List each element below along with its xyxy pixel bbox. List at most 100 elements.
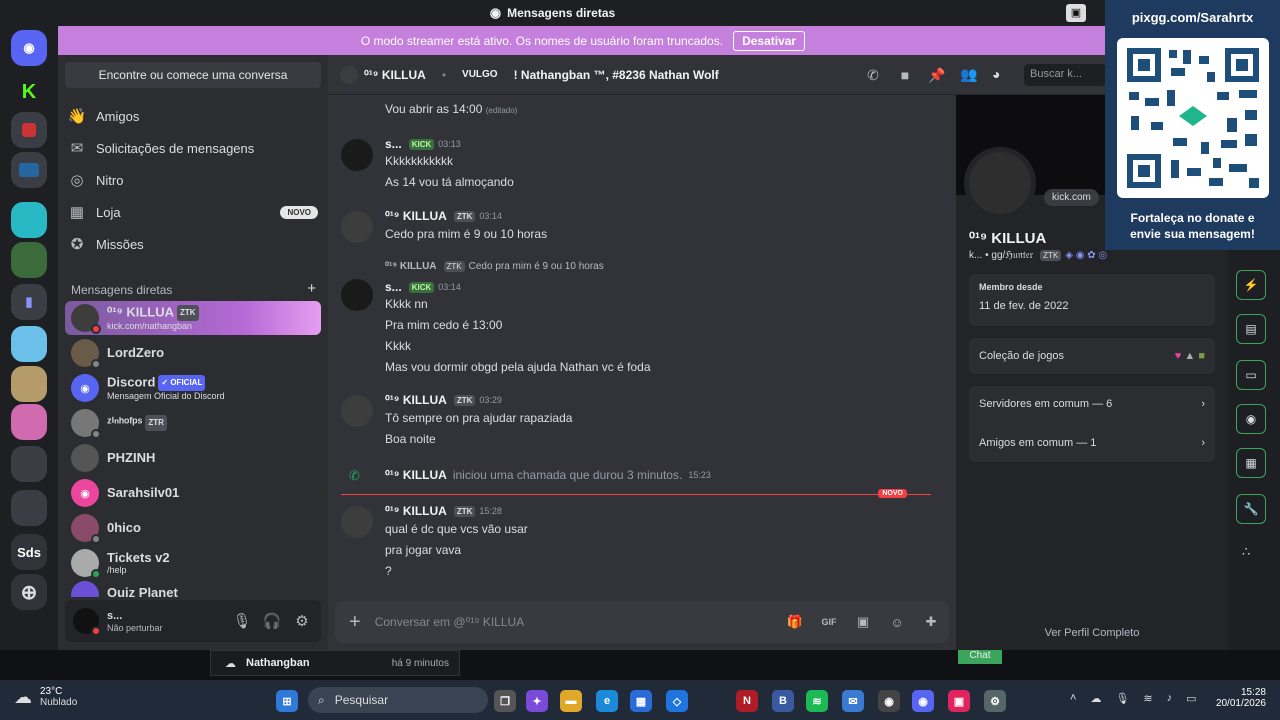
author-name[interactable]: ⁰¹⁹ KILLUA xyxy=(385,504,447,518)
dm-item-tickets[interactable]: Tickets v2/help xyxy=(65,546,321,580)
author-name[interactable]: ⁰¹⁹ KILLUA xyxy=(385,393,447,407)
server-folder-6[interactable] xyxy=(11,490,47,526)
maximize-button[interactable]: ▣ xyxy=(1066,4,1086,22)
disable-streamer-button[interactable]: Desativar xyxy=(733,30,806,51)
layout-icon[interactable]: ▦ xyxy=(1236,448,1266,478)
add-server-button[interactable]: ⊕ xyxy=(11,574,47,610)
taskbar-search[interactable]: ⌕ Pesquisar xyxy=(308,687,488,713)
server-3[interactable] xyxy=(11,202,47,238)
mail-icon[interactable]: ✉ xyxy=(842,690,864,712)
dropbox-icon[interactable]: ◇ xyxy=(666,690,688,712)
game-collection-card[interactable]: Coleção de jogos ♥ ▲ ■ xyxy=(969,338,1215,374)
server-folder-2[interactable] xyxy=(11,152,47,188)
add-friend-icon[interactable]: 👥 xyxy=(960,66,977,83)
server-sds[interactable]: Sds xyxy=(11,534,47,570)
view-full-profile-link[interactable]: Ver Perfil Completo xyxy=(956,627,1228,639)
headphones-icon[interactable]: 🎧 xyxy=(261,612,283,630)
voice-call-icon[interactable]: ✆ xyxy=(864,67,882,85)
mutual-servers-row[interactable]: Servidores em comum — 6 › xyxy=(979,398,1205,410)
create-dm-plus-icon[interactable]: + xyxy=(307,281,316,297)
gift-icon[interactable]: 🎁 xyxy=(785,614,805,630)
gif-icon[interactable]: GIF xyxy=(819,617,839,627)
user-avatar[interactable] xyxy=(73,608,101,636)
task-view-icon[interactable]: ❐ xyxy=(494,690,516,712)
dm-item-discord[interactable]: ◉ Discord ✓ OFICIAL Mensagem Oficial do Di… xyxy=(65,371,321,405)
cloud-sync-icon[interactable]: ☁ xyxy=(1090,692,1101,705)
home-button[interactable]: ◉ xyxy=(11,30,47,66)
server-folder-5[interactable] xyxy=(11,446,47,482)
spotify-icon[interactable]: ≋ xyxy=(806,690,828,712)
netflix-icon[interactable]: N xyxy=(736,690,758,712)
user-profile-icon[interactable]: ◕ xyxy=(992,66,1000,82)
mutual-friends-row[interactable]: Amigos em comum — 1 › xyxy=(979,437,1205,449)
nav-message-requests[interactable]: ✉ Solicitações de mensagens xyxy=(68,133,318,163)
battery-icon[interactable]: ▭ xyxy=(1186,692,1196,705)
start-windows-icon[interactable]: ⊞ xyxy=(276,690,298,712)
microphone-icon[interactable]: 🎙 xyxy=(231,612,253,630)
copilot-icon[interactable]: ✦ xyxy=(526,690,548,712)
streamlabs-icon[interactable]: ▣ xyxy=(948,690,970,712)
attach-plus-icon[interactable]: + xyxy=(349,611,361,634)
nav-friends[interactable]: 👋 Amigos xyxy=(68,101,318,131)
server-6[interactable] xyxy=(11,404,47,440)
chat-button[interactable]: Chat xyxy=(958,650,1002,664)
author-name[interactable]: s... xyxy=(385,137,402,151)
dm-item-lordzero[interactable]: LordZero xyxy=(65,336,321,370)
broadcast-icon[interactable]: ◉ xyxy=(1236,404,1266,434)
discord-taskbar-icon[interactable]: ◉ xyxy=(912,690,934,712)
avatar[interactable] xyxy=(341,211,373,243)
wifi-icon[interactable]: ≋ xyxy=(1143,692,1152,705)
settings-gear-icon[interactable]: ⚙ xyxy=(291,612,313,630)
video-call-icon[interactable]: ■ xyxy=(896,67,914,85)
dm-item-killua[interactable]: ⁰¹⁹ KILLUA ZTK kick.com/nathangban xyxy=(65,301,321,335)
find-conversation-button[interactable]: Encontre ou comece uma conversa xyxy=(65,62,321,88)
nav-quests[interactable]: ✪ Missões xyxy=(68,229,318,259)
dm-item-sarahsilv01[interactable]: ◉ Sarahsilv01 xyxy=(65,476,321,510)
nav-nitro[interactable]: ◎ Nitro xyxy=(68,165,318,195)
server-kick[interactable]: K xyxy=(11,74,47,110)
message-input[interactable]: Conversar em @⁰¹⁹ KILLUA xyxy=(375,615,771,629)
author-name[interactable]: s... xyxy=(385,280,402,294)
microphone-tray-icon[interactable]: 🎙 xyxy=(1115,692,1129,705)
pin-icon[interactable]: 📌 xyxy=(928,67,946,85)
author-name[interactable]: ⁰¹⁹ KILLUA xyxy=(385,468,447,482)
chevron-up-icon[interactable]: ˄ xyxy=(1070,692,1076,705)
lightning-icon[interactable]: ⚡ xyxy=(1236,270,1266,300)
volume-icon[interactable]: ♪ xyxy=(1167,692,1173,705)
dm-item-zinhofps[interactable]: ᶻⁱⁿʰᵒᶠᵖˢ ZTR xyxy=(65,406,321,440)
edge-icon[interactable]: e xyxy=(596,690,618,712)
server-folder-3[interactable] xyxy=(11,242,47,278)
clock[interactable]: 15:28 20/01/2026 xyxy=(1216,687,1266,709)
settings-taskbar-icon[interactable]: ⚙ xyxy=(984,690,1006,712)
emoji-icon[interactable]: ☺ xyxy=(887,615,907,630)
dm-item-phzinh[interactable]: PHZINH xyxy=(65,441,321,475)
notes-icon[interactable]: ▤ xyxy=(1236,314,1266,344)
server-folder-4[interactable]: ▮ xyxy=(11,284,47,320)
share-icon[interactable]: ∴ xyxy=(1242,544,1250,560)
dm-item-quiz-planet[interactable]: Quiz Planet xyxy=(65,581,321,597)
avatar[interactable] xyxy=(341,395,373,427)
wrench-icon[interactable]: 🔧 xyxy=(1236,494,1266,524)
sticker-icon[interactable]: ▣ xyxy=(853,614,873,630)
avatar[interactable] xyxy=(341,139,373,171)
nav-label: Amigos xyxy=(96,108,140,124)
obs-icon[interactable]: ◉ xyxy=(878,690,900,712)
profile-avatar[interactable] xyxy=(964,147,1036,219)
weather-widget[interactable]: ☁ 23°C Nublado xyxy=(14,686,77,708)
nav-shop[interactable]: ▦ Loja NOVO xyxy=(68,197,318,227)
avatar[interactable] xyxy=(341,506,373,538)
chat-bubble-icon[interactable]: ▭ xyxy=(1236,360,1266,390)
server-5[interactable] xyxy=(11,366,47,402)
server-folder-1[interactable] xyxy=(11,112,47,148)
dm-item-0hico[interactable]: 0hico xyxy=(65,511,321,545)
system-tray: ˄ ☁ 🎙 ≋ ♪ ▭ xyxy=(1070,692,1197,705)
reply-preview[interactable]: ⁰¹⁹ KILLUA ZTK Cedo pra mim é 9 ou 10 ho… xyxy=(385,261,604,272)
file-explorer-icon[interactable]: ▬ xyxy=(560,690,582,712)
avatar[interactable] xyxy=(341,279,373,311)
store-icon[interactable]: ▦ xyxy=(630,690,652,712)
search-input[interactable]: Buscar k... xyxy=(1024,64,1106,86)
server-4[interactable] xyxy=(11,326,47,362)
apps-icon[interactable]: ✚ xyxy=(921,614,941,630)
author-name[interactable]: ⁰¹⁹ KILLUA xyxy=(385,209,447,223)
app-b-icon[interactable]: B xyxy=(772,690,794,712)
